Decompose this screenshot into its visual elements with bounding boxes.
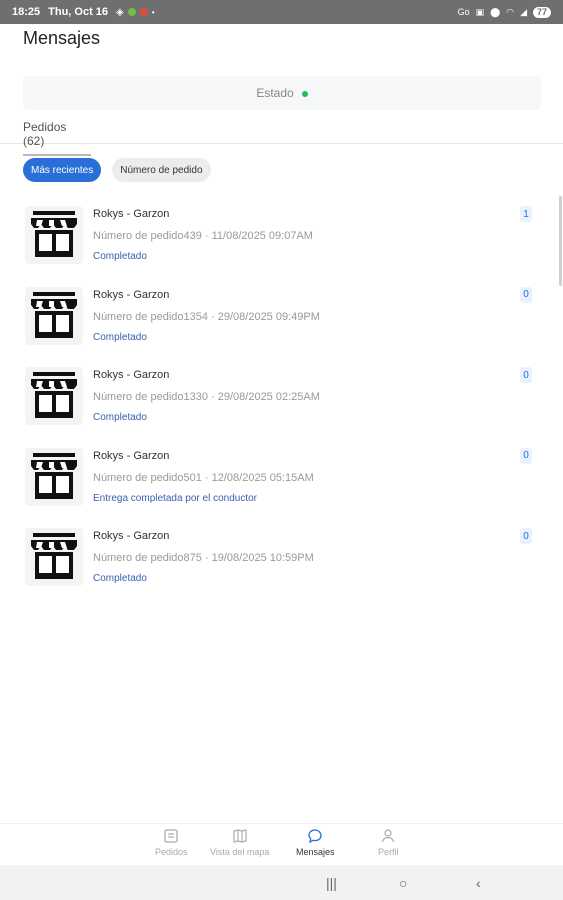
order-info: Número de pedido439 · 11/08/2025 09:07AM <box>93 230 313 242</box>
chrome-icon <box>139 8 148 16</box>
store-icon <box>25 286 83 345</box>
nav-item-vista-del-mapa[interactable]: Vista del mapa <box>210 828 269 857</box>
back-icon[interactable]: ‹ <box>476 875 481 891</box>
app-icon: ◈ <box>116 6 124 18</box>
nav-label: Perfil <box>378 847 399 857</box>
filter-chips: Más recientes Número de pedido <box>23 158 211 182</box>
cast-icon: ▣ <box>475 6 485 17</box>
location-icon: ⬤ <box>490 6 501 17</box>
conversation-name: Rokys - Garzon <box>93 288 170 301</box>
map-icon <box>233 829 247 843</box>
home-icon[interactable]: ○ <box>399 875 407 891</box>
nav-label: Mensajes <box>296 847 335 857</box>
unread-count-badge: 0 <box>520 367 532 384</box>
scrollbar[interactable] <box>559 196 562 286</box>
bottom-nav: Pedidos Vista del mapa Mensajes Perfil <box>0 823 563 865</box>
battery-icon: 77 <box>532 6 551 18</box>
nav-item-pedidos[interactable]: Pedidos <box>155 828 188 857</box>
order-status: Entrega completada por el conductor <box>93 492 257 504</box>
filter-most-recent[interactable]: Más recientes <box>23 158 102 182</box>
order-status: Completado <box>93 412 147 424</box>
system-nav-bar: ||| ○ ‹ <box>0 865 563 900</box>
order-status: Completado <box>93 331 147 343</box>
unread-count-badge: 0 <box>520 286 532 303</box>
unread-count-badge: 1 <box>520 206 532 222</box>
app-dot-icon <box>127 8 136 16</box>
orders-icon <box>164 829 178 843</box>
order-status: Completado <box>93 251 147 262</box>
order-info: Número de pedido875 · 19/08/2025 10:59PM <box>93 552 314 565</box>
store-icon <box>25 367 83 426</box>
tab-bar: Pedidos (62) <box>0 118 563 156</box>
status-bar: 18:25 Thu, Oct 16 ◈ • Go ▣ ⬤ ◠ ◢ 77 <box>0 0 563 24</box>
chat-bubble-icon <box>308 829 322 844</box>
order-info: Número de pedido1354 · 29/08/2025 09:49P… <box>93 310 320 323</box>
wifi-icon: ◠ <box>506 6 515 17</box>
list-item[interactable]: Rokys - Garzon Número de pedido875 · 19/… <box>0 522 563 603</box>
estado-online-indicator <box>301 91 308 97</box>
order-info: Número de pedido1330 · 29/08/2025 02:25A… <box>93 391 320 404</box>
conversation-name: Rokys - Garzon <box>93 208 170 220</box>
list-item[interactable]: Rokys - Garzon Número de pedido501 · 12/… <box>0 442 563 523</box>
tab-pedidos[interactable]: Pedidos (62) <box>23 120 91 156</box>
order-status: Completado <box>93 573 147 585</box>
conversation-name: Rokys - Garzon <box>93 530 170 543</box>
conversation-name: Rokys - Garzon <box>93 369 170 382</box>
store-icon <box>25 528 83 587</box>
nav-item-perfil[interactable]: Perfil <box>378 828 399 857</box>
signal-icon: ◢ <box>520 6 527 17</box>
list-item[interactable]: Rokys - Garzon Número de pedido1354 · 29… <box>0 281 563 362</box>
page-title: Mensajes <box>23 28 101 48</box>
order-info: Número de pedido501 · 12/08/2025 05:15AM <box>93 471 314 484</box>
unread-count-badge: 0 <box>520 447 532 464</box>
nav-item-mensajes[interactable]: Mensajes <box>296 828 335 857</box>
filter-order-number[interactable]: Número de pedido <box>112 158 211 182</box>
conversation-list: Rokys - Garzon Número de pedido439 · 11/… <box>0 200 563 603</box>
person-icon <box>382 829 395 843</box>
network-icon: Go <box>457 7 470 17</box>
estado-bar[interactable]: Estado <box>23 76 541 110</box>
nav-label: Pedidos <box>155 847 188 857</box>
more-notifications-icon: • <box>151 7 155 17</box>
conversation-name: Rokys - Garzon <box>93 449 170 462</box>
status-date: Thu, Oct 16 <box>48 6 109 18</box>
list-item[interactable]: Rokys - Garzon Número de pedido439 · 11/… <box>0 200 563 281</box>
store-icon <box>25 447 83 506</box>
store-icon <box>25 206 83 264</box>
unread-count-badge: 0 <box>520 528 532 545</box>
recents-icon[interactable]: ||| <box>326 875 337 891</box>
nav-label: Vista del mapa <box>210 847 270 857</box>
list-item[interactable]: Rokys - Garzon Número de pedido1330 · 29… <box>0 361 563 442</box>
estado-label: Estado <box>256 86 294 100</box>
status-time: 18:25 <box>12 6 41 18</box>
notification-icons: ◈ • <box>116 7 155 18</box>
